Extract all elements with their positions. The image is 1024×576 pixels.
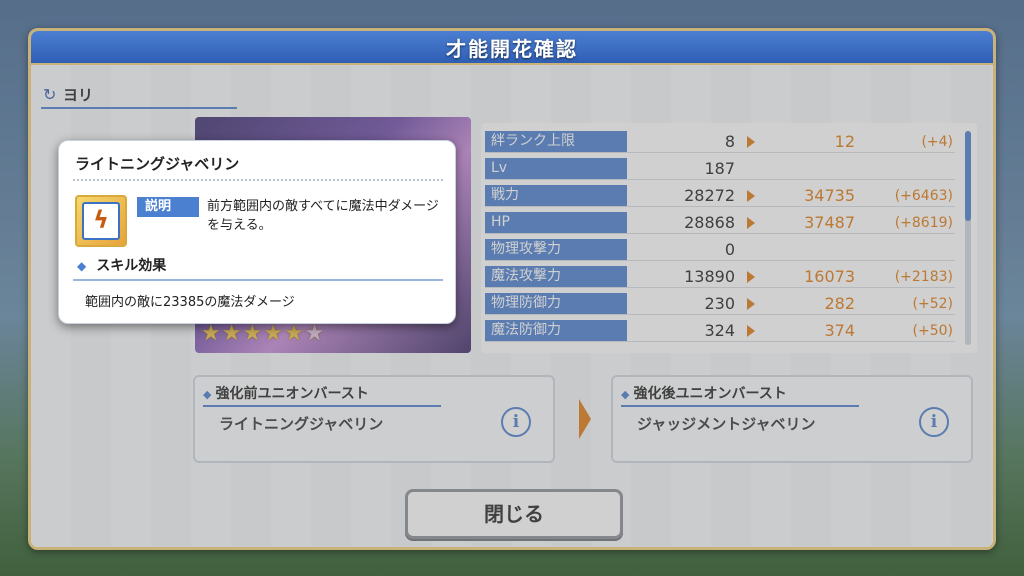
skill-tooltip-popup: ライトニングジャベリン ϟ 説明 前方範囲内の敵すべてに魔法中ダメージを与える。… (58, 140, 456, 324)
effect-text: 範囲内の敵に23385の魔法ダメージ (85, 295, 295, 310)
skill-icon: ϟ (75, 195, 127, 247)
description-text: 前方範囲内の敵すべてに魔法中ダメージを与える。 (207, 199, 439, 233)
description-tag: 説明 (137, 197, 199, 217)
effect-divider (73, 279, 443, 281)
dialog-header: 才能開花確認 (31, 31, 993, 65)
popup-divider (73, 179, 443, 181)
effect-header: ◆ スキル効果 (77, 258, 167, 274)
diamond-icon: ◆ (77, 259, 87, 273)
dialog-title: 才能開花確認 (446, 36, 578, 61)
popup-title: ライトニングジャベリン (75, 155, 240, 173)
lightning-spear-icon: ϟ (82, 202, 120, 240)
